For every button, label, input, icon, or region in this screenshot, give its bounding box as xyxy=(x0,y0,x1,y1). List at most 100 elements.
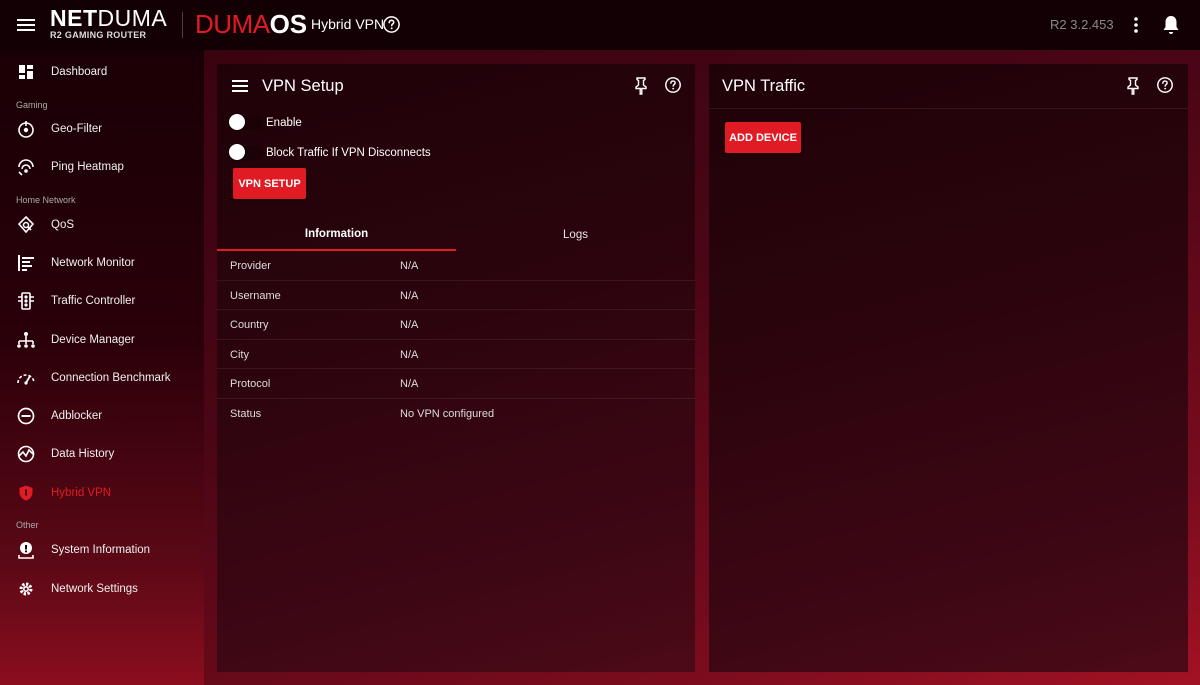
add-device-button[interactable]: ADD DEVICE xyxy=(725,122,801,153)
traffic-controller-icon xyxy=(16,291,36,311)
table-row: Username N/A xyxy=(217,281,695,310)
sidebar-item-adblocker[interactable]: Adblocker xyxy=(0,398,204,434)
info-value: N/A xyxy=(400,289,419,302)
os-logo-white: OS xyxy=(269,9,308,39)
table-row: Country N/A xyxy=(217,310,695,340)
brand-main-thin: DUMA xyxy=(97,5,168,31)
sidebar: Dashboard Gaming Geo-Filter Ping Heatmap… xyxy=(0,50,204,685)
sidebar-item-label: QoS xyxy=(51,219,75,231)
brand-divider xyxy=(182,12,183,38)
geo-filter-icon xyxy=(16,119,36,139)
notification-bell-icon[interactable] xyxy=(1160,13,1182,37)
brand-subtitle: R2 GAMING ROUTER xyxy=(50,30,147,40)
sidebar-item-label: Network Monitor xyxy=(51,257,135,269)
sidebar-item-label: Geo-Filter xyxy=(51,123,103,135)
sidebar-item-qos[interactable]: QoS xyxy=(0,207,204,243)
sidebar-item-data-history[interactable]: Data History xyxy=(0,436,204,472)
sidebar-item-label: Device Manager xyxy=(51,334,135,346)
system-info-icon xyxy=(16,540,36,560)
more-options-icon[interactable] xyxy=(1126,14,1146,36)
sidebar-item-network-monitor[interactable]: Network Monitor xyxy=(0,245,204,281)
table-row: City N/A xyxy=(217,340,695,369)
sidebar-item-label: Traffic Controller xyxy=(51,295,136,307)
block-traffic-row: Block Traffic If VPN Disconnects xyxy=(229,143,431,163)
network-monitor-icon xyxy=(16,253,36,273)
sidebar-item-label: Ping Heatmap xyxy=(51,161,124,173)
vpn-traffic-title: VPN Traffic xyxy=(722,77,806,95)
sidebar-item-connection-benchmark[interactable]: Connection Benchmark xyxy=(0,360,204,396)
section-other: Other xyxy=(16,520,39,530)
tab-information[interactable]: Information xyxy=(217,218,456,251)
netduma-logo: NETDUMA R2 GAMING ROUTER xyxy=(50,5,168,41)
toggle-knob xyxy=(229,144,245,160)
info-tabs: Information Logs xyxy=(217,218,695,251)
sidebar-item-label: Hybrid VPN xyxy=(51,487,112,499)
panel-header-divider xyxy=(709,108,1188,109)
vpn-setup-button[interactable]: VPN SETUP xyxy=(233,168,306,199)
sidebar-item-label: Connection Benchmark xyxy=(51,372,171,384)
panel-menu-icon[interactable] xyxy=(231,78,249,94)
pin-icon[interactable] xyxy=(1125,76,1141,95)
sidebar-item-label: System Information xyxy=(51,544,151,556)
table-row: Status No VPN configured xyxy=(217,399,695,429)
sidebar-item-system-information[interactable]: System Information xyxy=(0,532,204,568)
adblocker-icon xyxy=(16,406,36,426)
info-value: N/A xyxy=(400,348,419,361)
help-icon[interactable] xyxy=(664,76,682,94)
enable-row: Enable xyxy=(229,113,302,133)
enable-label: Enable xyxy=(266,117,302,129)
sidebar-item-traffic-controller[interactable]: Traffic Controller xyxy=(0,283,204,319)
pin-icon[interactable] xyxy=(633,76,649,95)
ping-heatmap-icon xyxy=(16,157,36,177)
info-value: N/A xyxy=(400,378,419,390)
vpn-info-table: Provider N/A Username N/A Country N/A Ci… xyxy=(217,251,695,428)
top-bar: NETDUMA R2 GAMING ROUTER DUMAOS Hybrid V… xyxy=(0,0,1200,50)
block-traffic-label: Block Traffic If VPN Disconnects xyxy=(266,147,431,159)
block-traffic-toggle[interactable] xyxy=(229,144,263,160)
firmware-version: R2 3.2.453 xyxy=(1050,17,1114,32)
section-home-network: Home Network xyxy=(16,195,76,205)
vpn-setup-panel: VPN Setup Enable Block Traffic If VPN Di… xyxy=(217,64,695,672)
brand-main-bold: NET xyxy=(50,5,98,31)
menu-icon[interactable] xyxy=(15,14,37,36)
info-key: Country xyxy=(230,319,269,331)
sidebar-item-label: Data History xyxy=(51,448,115,460)
info-value: N/A xyxy=(400,319,419,331)
sidebar-item-label: Adblocker xyxy=(51,410,103,422)
sidebar-item-label: Network Settings xyxy=(51,583,138,595)
page-title: Hybrid VPN xyxy=(311,16,385,32)
sidebar-item-ping-heatmap[interactable]: Ping Heatmap xyxy=(0,149,204,185)
help-icon[interactable] xyxy=(1156,76,1174,94)
info-value: N/A xyxy=(400,260,419,272)
section-gaming: Gaming xyxy=(16,100,48,110)
dashboard-icon xyxy=(16,62,36,82)
info-key: Provider xyxy=(230,260,271,272)
help-icon[interactable] xyxy=(382,15,401,34)
sidebar-item-geo-filter[interactable]: Geo-Filter xyxy=(0,111,204,147)
table-row: Provider N/A xyxy=(217,251,695,281)
info-key: Status xyxy=(230,407,262,420)
benchmark-icon xyxy=(16,368,36,388)
sidebar-item-device-manager[interactable]: Device Manager xyxy=(0,322,204,358)
qos-icon xyxy=(16,215,36,235)
enable-toggle[interactable] xyxy=(229,114,263,130)
info-key: City xyxy=(230,348,249,361)
info-key: Protocol xyxy=(230,378,271,390)
sidebar-item-network-settings[interactable]: Network Settings xyxy=(0,571,204,607)
tab-logs[interactable]: Logs xyxy=(456,218,695,251)
os-logo-red: DUMA xyxy=(195,9,270,39)
vpn-setup-title: VPN Setup xyxy=(262,77,344,95)
dumaos-logo: DUMAOS xyxy=(195,9,307,39)
vpn-traffic-panel: VPN Traffic ADD DEVICE xyxy=(709,64,1188,672)
shield-icon xyxy=(16,483,36,503)
sidebar-item-dashboard[interactable]: Dashboard xyxy=(0,54,204,90)
main-content: VPN Setup Enable Block Traffic If VPN Di… xyxy=(204,50,1200,685)
sidebar-item-hybrid-vpn[interactable]: Hybrid VPN xyxy=(0,475,204,511)
sidebar-item-label: Dashboard xyxy=(51,66,108,78)
gear-icon xyxy=(16,579,36,599)
data-history-icon xyxy=(16,444,36,464)
device-manager-icon xyxy=(16,330,36,350)
info-value: No VPN configured xyxy=(400,407,495,420)
toggle-knob xyxy=(229,114,245,130)
table-row: Protocol N/A xyxy=(217,369,695,399)
